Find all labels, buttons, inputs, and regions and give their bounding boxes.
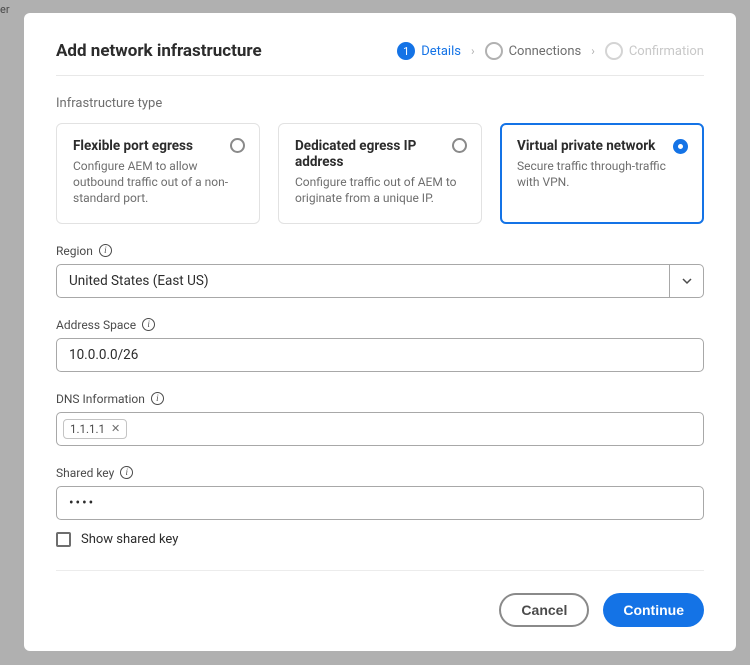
continue-button[interactable]: Continue bbox=[603, 593, 704, 627]
show-shared-key-toggle[interactable]: Show shared key bbox=[56, 532, 704, 547]
step-confirmation: 3 Confirmation bbox=[605, 42, 704, 60]
background-fragment: er bbox=[0, 3, 10, 16]
cancel-button[interactable]: Cancel bbox=[499, 593, 589, 627]
step-number: 2 bbox=[485, 42, 503, 60]
option-description: Configure traffic out of AEM to originat… bbox=[295, 174, 465, 206]
step-details[interactable]: 1 Details bbox=[397, 42, 461, 60]
radio-icon bbox=[230, 138, 245, 153]
shared-key-label: Shared key bbox=[56, 466, 114, 480]
dns-tag: 1.1.1.1 ✕ bbox=[63, 419, 127, 439]
option-description: Configure AEM to allow outbound traffic … bbox=[73, 158, 243, 207]
dns-tag-value: 1.1.1.1 bbox=[70, 422, 105, 436]
option-title: Virtual private network bbox=[517, 138, 687, 154]
region-select[interactable]: United States (East US) bbox=[56, 264, 704, 298]
field-address-space: Address Space i bbox=[56, 318, 704, 372]
wizard-stepper: 1 Details › 2 Connections › 3 Confirmati… bbox=[397, 42, 704, 60]
region-value: United States (East US) bbox=[57, 265, 669, 297]
step-number: 1 bbox=[397, 42, 415, 60]
show-shared-key-label: Show shared key bbox=[81, 532, 178, 547]
info-icon[interactable]: i bbox=[142, 318, 155, 331]
field-dns-information: DNS Information i 1.1.1.1 ✕ bbox=[56, 392, 704, 446]
field-region: Region i United States (East US) bbox=[56, 244, 704, 298]
option-dedicated-egress-ip[interactable]: Dedicated egress IP address Configure tr… bbox=[278, 123, 482, 224]
step-label: Confirmation bbox=[629, 44, 704, 59]
region-select-dropdown-button[interactable] bbox=[669, 265, 703, 297]
info-icon[interactable]: i bbox=[151, 392, 164, 405]
field-shared-key: Shared key i Show shared key bbox=[56, 466, 704, 547]
modal-footer: Cancel Continue bbox=[56, 570, 704, 627]
step-label: Details bbox=[421, 44, 461, 59]
step-connections[interactable]: 2 Connections bbox=[485, 42, 582, 60]
modal-title: Add network infrastructure bbox=[56, 41, 262, 61]
region-label: Region bbox=[56, 244, 93, 258]
infrastructure-type-options: Flexible port egress Configure AEM to al… bbox=[56, 123, 704, 224]
dns-tag-input[interactable]: 1.1.1.1 ✕ bbox=[56, 412, 704, 446]
address-space-label: Address Space bbox=[56, 318, 136, 332]
step-number: 3 bbox=[605, 42, 623, 60]
radio-icon bbox=[673, 139, 688, 154]
option-title: Dedicated egress IP address bbox=[295, 138, 465, 170]
step-label: Connections bbox=[509, 44, 582, 59]
chevron-right-icon: › bbox=[471, 44, 475, 58]
option-virtual-private-network[interactable]: Virtual private network Secure traffic t… bbox=[500, 123, 704, 224]
dns-label: DNS Information bbox=[56, 392, 145, 406]
checkbox-icon bbox=[56, 532, 71, 547]
option-description: Secure traffic through-traffic with VPN. bbox=[517, 158, 687, 190]
option-flexible-port-egress[interactable]: Flexible port egress Configure AEM to al… bbox=[56, 123, 260, 224]
modal-header: Add network infrastructure 1 Details › 2… bbox=[56, 41, 704, 76]
radio-icon bbox=[452, 138, 467, 153]
address-space-input[interactable] bbox=[56, 338, 704, 372]
info-icon[interactable]: i bbox=[120, 466, 133, 479]
option-title: Flexible port egress bbox=[73, 138, 243, 154]
infrastructure-type-label: Infrastructure type bbox=[56, 96, 704, 111]
chevron-right-icon: › bbox=[591, 44, 595, 58]
modal-add-network-infrastructure: Add network infrastructure 1 Details › 2… bbox=[24, 13, 736, 651]
info-icon[interactable]: i bbox=[99, 244, 112, 257]
shared-key-input[interactable] bbox=[56, 486, 704, 520]
chevron-down-icon bbox=[682, 276, 692, 286]
close-icon[interactable]: ✕ bbox=[111, 422, 120, 435]
